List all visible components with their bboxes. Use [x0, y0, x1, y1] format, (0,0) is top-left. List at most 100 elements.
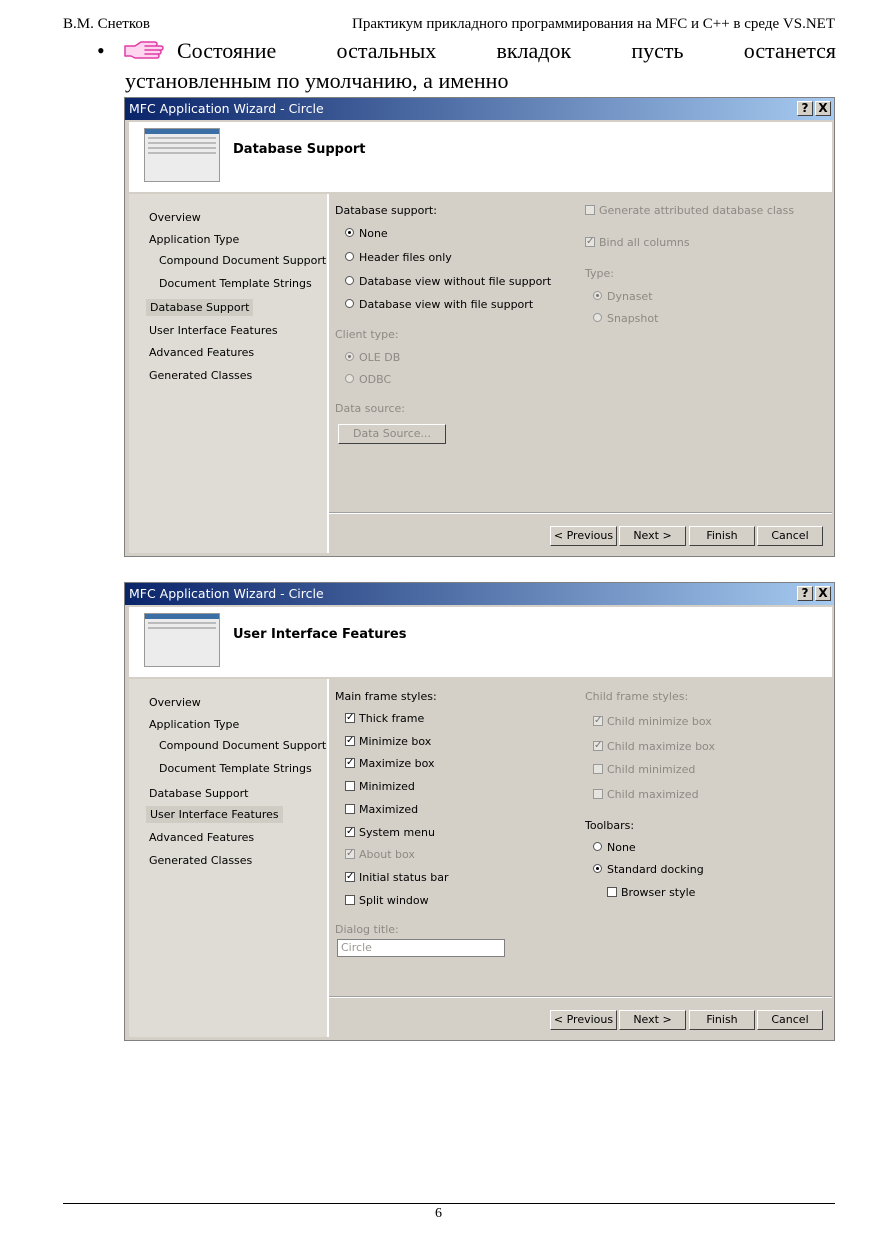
radio-odbc[interactable]: ODBC — [345, 373, 391, 386]
paragraph-word: пусть — [631, 38, 684, 63]
checkbox-indicator — [345, 894, 355, 905]
data-source-button[interactable]: Data Source... — [338, 424, 446, 444]
paragraph-word: Состояние — [177, 38, 277, 63]
checkbox-child-minimize-box[interactable]: ✓ Child minimize box — [593, 715, 712, 728]
checkbox-label: Initial status bar — [359, 870, 449, 884]
previous-button[interactable]: < Previous — [550, 526, 617, 546]
radio-db-none[interactable]: None — [345, 227, 388, 240]
close-icon: X — [818, 586, 828, 600]
nav-item-user-interface-features[interactable]: User Interface Features — [146, 806, 283, 823]
footer-rule — [63, 1203, 835, 1204]
nav-item-document-template-strings[interactable]: Document Template Strings — [159, 762, 312, 775]
checkbox-label: Child maximize box — [607, 740, 715, 753]
checkbox-indicator: ✓ — [345, 870, 355, 882]
checkbox-bind-all-columns[interactable]: ✓ Bind all columns — [585, 236, 690, 249]
checkbox-browser-style[interactable]: Browser style — [607, 886, 695, 899]
checkbox-indicator — [593, 764, 603, 774]
radio-db-view-file[interactable]: Database view with file support — [345, 298, 533, 311]
next-button[interactable]: Next > — [619, 1010, 686, 1030]
checkbox-label: Child minimized — [607, 763, 696, 776]
finish-button[interactable]: Finish — [689, 1010, 755, 1030]
checkbox-generate-attributed[interactable]: Generate attributed database class — [585, 204, 794, 217]
checkbox-split-window[interactable]: Split window — [345, 894, 429, 907]
nav-item-database-support[interactable]: Database Support — [149, 787, 248, 800]
checkbox-child-maximized[interactable]: Child maximized — [593, 788, 699, 801]
wizard-banner: Database Support — [129, 122, 832, 192]
wizard-dialog-user-interface-features: MFC Application Wizard - Circle ? X User… — [124, 582, 835, 1041]
checkbox-label: Generate attributed database class — [599, 204, 795, 217]
checkbox-label: Minimize box — [359, 734, 432, 748]
wizard-dialog-database-support: MFC Application Wizard - Circle ? X Data… — [124, 97, 835, 557]
radio-dynaset[interactable]: Dynaset — [593, 290, 653, 303]
checkbox-maximize-box[interactable]: ✓ Maximize box — [345, 757, 435, 770]
checkbox-minimized[interactable]: Minimized — [345, 780, 415, 793]
finish-button[interactable]: Finish — [689, 526, 755, 546]
radio-label: Database view with file support — [359, 298, 534, 311]
close-button[interactable]: X — [815, 101, 831, 116]
checkbox-initial-status-bar[interactable]: ✓ Initial status bar — [345, 871, 448, 884]
checkbox-child-minimized[interactable]: Child minimized — [593, 763, 695, 776]
nav-item-document-template-strings[interactable]: Document Template Strings — [159, 277, 312, 290]
checkbox-maximized[interactable]: Maximized — [345, 803, 418, 816]
help-button[interactable]: ? — [797, 586, 813, 601]
checkbox-about-box[interactable]: ✓ About box — [345, 848, 415, 861]
page-heading: User Interface Features — [233, 627, 407, 642]
client-type-label: Client type: — [335, 328, 399, 341]
radio-label: None — [607, 841, 636, 854]
dialog-title-input[interactable]: Circle — [337, 939, 505, 957]
close-button[interactable]: X — [815, 586, 831, 601]
radio-db-view-no-file[interactable]: Database view without file support — [345, 275, 551, 288]
help-button[interactable]: ? — [797, 101, 813, 116]
previous-button[interactable]: < Previous — [550, 1010, 617, 1030]
checkbox-child-maximize-box[interactable]: ✓ Child maximize box — [593, 740, 715, 753]
page-heading: Database Support — [233, 142, 366, 157]
nav-item-user-interface-features[interactable]: User Interface Features — [149, 324, 278, 337]
checkbox-minimize-box[interactable]: ✓ Minimize box — [345, 735, 431, 748]
checkbox-label: Child minimize box — [607, 715, 712, 728]
radio-indicator — [345, 299, 354, 308]
radio-db-header-only[interactable]: Header files only — [345, 251, 452, 264]
next-button[interactable]: Next > — [619, 526, 686, 546]
nav-item-advanced-features[interactable]: Advanced Features — [149, 346, 254, 359]
nav-item-overview[interactable]: Overview — [149, 696, 201, 709]
data-source-label: Data source: — [335, 402, 405, 415]
nav-item-compound-document-support[interactable]: Compound Document Support — [159, 254, 326, 267]
type-label: Type: — [585, 267, 614, 280]
page-number: 6 — [435, 1206, 442, 1221]
checkbox-indicator: ✓ — [593, 715, 603, 726]
paragraph-word: останется — [743, 38, 837, 63]
radio-oledb[interactable]: OLE DB — [345, 351, 400, 364]
toolbars-label: Toolbars: — [585, 819, 635, 832]
checkbox-label: Bind all columns — [599, 236, 690, 249]
checkbox-thick-frame[interactable]: ✓ Thick frame — [345, 712, 424, 725]
checkbox-system-menu[interactable]: ✓ System menu — [345, 826, 435, 839]
radio-snapshot[interactable]: Snapshot — [593, 312, 658, 325]
checkbox-indicator: ✓ — [593, 740, 603, 751]
nav-item-application-type[interactable]: Application Type — [149, 233, 239, 246]
paragraph-line-1: Состояние остальных вкладок пусть остане… — [125, 36, 836, 65]
cancel-button[interactable]: Cancel — [757, 1010, 823, 1030]
nav-item-application-type[interactable]: Application Type — [149, 718, 239, 731]
nav-item-generated-classes[interactable]: Generated Classes — [149, 854, 252, 867]
radio-label: Header files only — [359, 251, 452, 264]
radio-toolbar-none[interactable]: None — [593, 841, 636, 854]
radio-label: OLE DB — [359, 351, 401, 364]
nav-item-database-support[interactable]: Database Support — [146, 299, 254, 316]
radio-label: None — [359, 227, 388, 240]
nav-item-compound-document-support[interactable]: Compound Document Support — [159, 739, 326, 752]
checkbox-label: Maximized — [359, 802, 419, 816]
checkbox-indicator — [345, 781, 355, 792]
button-bar: < Previous Next > Finish Cancel — [329, 996, 832, 1037]
checkbox-indicator: ✓ — [345, 848, 355, 860]
nav-item-overview[interactable]: Overview — [149, 211, 201, 224]
checkbox-indicator — [593, 789, 603, 799]
radio-label: ODBC — [359, 373, 392, 386]
radio-toolbar-standard-docking[interactable]: Standard docking — [593, 863, 704, 876]
nav-item-advanced-features[interactable]: Advanced Features — [149, 831, 254, 844]
dialog-title: MFC Application Wizard - Circle — [129, 586, 324, 601]
cancel-button[interactable]: Cancel — [757, 526, 823, 546]
nav-item-generated-classes[interactable]: Generated Classes — [149, 369, 252, 382]
radio-indicator — [345, 374, 354, 383]
title-bar: MFC Application Wizard - Circle ? X — [125, 98, 834, 120]
main-frame-styles-label: Main frame styles: — [335, 690, 437, 703]
